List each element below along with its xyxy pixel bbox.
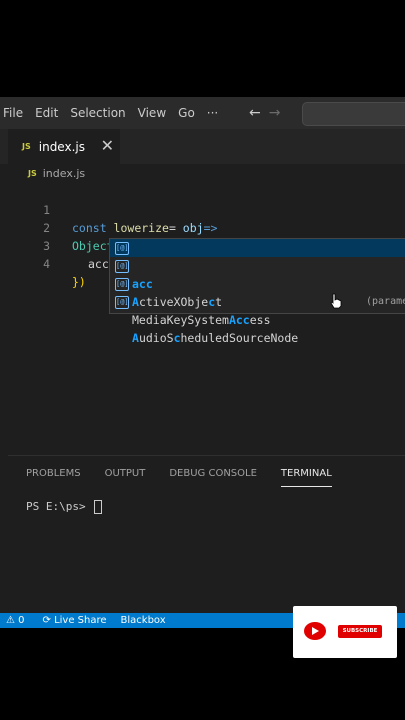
- status-problems[interactable]: ⚠ 0: [6, 615, 25, 626]
- breadcrumb[interactable]: JS index.js: [28, 167, 85, 180]
- menu-more[interactable]: ···: [201, 106, 224, 120]
- code-text: const lowerize= obj=>: [72, 221, 218, 235]
- code-line-1: 1 const lowerize= obj=>: [0, 183, 217, 235]
- panel-tabs: PROBLEMS OUTPUT DEBUG CONSOLE TERMINAL: [26, 468, 356, 487]
- suggestion-widget: [@] acc (parame [@] ActiveXObject [@] Me…: [109, 238, 405, 345]
- suggestion-label: AudioScheduledSourceNode: [132, 331, 299, 345]
- javascript-file-icon: JS: [28, 169, 37, 178]
- code-line-3: 3 acc: [0, 219, 110, 272]
- tab-debug-console[interactable]: DEBUG CONSOLE: [169, 468, 257, 487]
- variable-icon: [@]: [115, 296, 129, 309]
- menu-go[interactable]: Go: [172, 106, 201, 120]
- tab-problems[interactable]: PROBLEMS: [26, 468, 81, 487]
- line-number: 4: [43, 257, 50, 271]
- vscode-window: File Edit Selection View Go ··· ← → JS in…: [0, 97, 405, 628]
- command-center-search[interactable]: [302, 102, 405, 126]
- tab-output[interactable]: OUTPUT: [105, 468, 146, 487]
- suggestion-item[interactable]: [@] acc (parame: [110, 239, 405, 307]
- menu-selection[interactable]: Selection: [64, 106, 131, 120]
- hand-pointer-icon: [330, 293, 342, 309]
- status-blackbox[interactable]: Blackbox: [121, 615, 166, 626]
- code-line-2: 2 Object.keys(obj).reduce((acc,k)=>{: [0, 201, 307, 253]
- suggestion-label: MediaKeySystemAccess: [132, 313, 271, 327]
- tab-label: index.js: [38, 139, 85, 154]
- back-arrow-icon[interactable]: ←: [249, 105, 261, 121]
- breadcrumb-label: index.js: [42, 167, 86, 180]
- javascript-file-icon: JS: [22, 142, 31, 151]
- terminal-prompt[interactable]: PS E:\ps>: [26, 500, 103, 514]
- close-icon[interactable]: ✕: [101, 136, 114, 155]
- editor-tab-bar: JS index.js ✕: [0, 129, 405, 164]
- suggestion-item[interactable]: [@] MediaKeySystemAccess: [110, 275, 405, 327]
- youtube-icon: [304, 622, 326, 640]
- tab-terminal[interactable]: TERMINAL: [280, 468, 332, 487]
- code-line-4: 4 }): [0, 237, 86, 289]
- terminal-cursor: [94, 500, 103, 514]
- suggestion-item[interactable]: [@] ActiveXObject: [110, 257, 405, 309]
- menu-file[interactable]: File: [0, 106, 29, 120]
- code-text: }): [72, 275, 86, 289]
- variable-icon: [@]: [115, 278, 129, 291]
- subscribe-overlay[interactable]: SUBSCRIBE: [293, 606, 397, 658]
- code-text: acc: [88, 257, 110, 272]
- nav-arrows: ← →: [249, 105, 280, 121]
- forward-arrow-icon[interactable]: →: [269, 105, 281, 121]
- subscribe-button[interactable]: SUBSCRIBE: [338, 625, 382, 638]
- suggestion-item[interactable]: [@] AudioScheduledSourceNode: [110, 293, 405, 345]
- variable-icon: [@]: [115, 242, 129, 255]
- menu-edit[interactable]: Edit: [29, 106, 64, 120]
- tab-index-js[interactable]: JS index.js ✕: [8, 129, 120, 164]
- menu-view[interactable]: View: [132, 106, 172, 120]
- status-live-share[interactable]: ⟳ Live Share: [43, 615, 107, 626]
- variable-icon: [@]: [115, 260, 129, 273]
- bottom-panel: PROBLEMS OUTPUT DEBUG CONSOLE TERMINAL P…: [8, 455, 405, 614]
